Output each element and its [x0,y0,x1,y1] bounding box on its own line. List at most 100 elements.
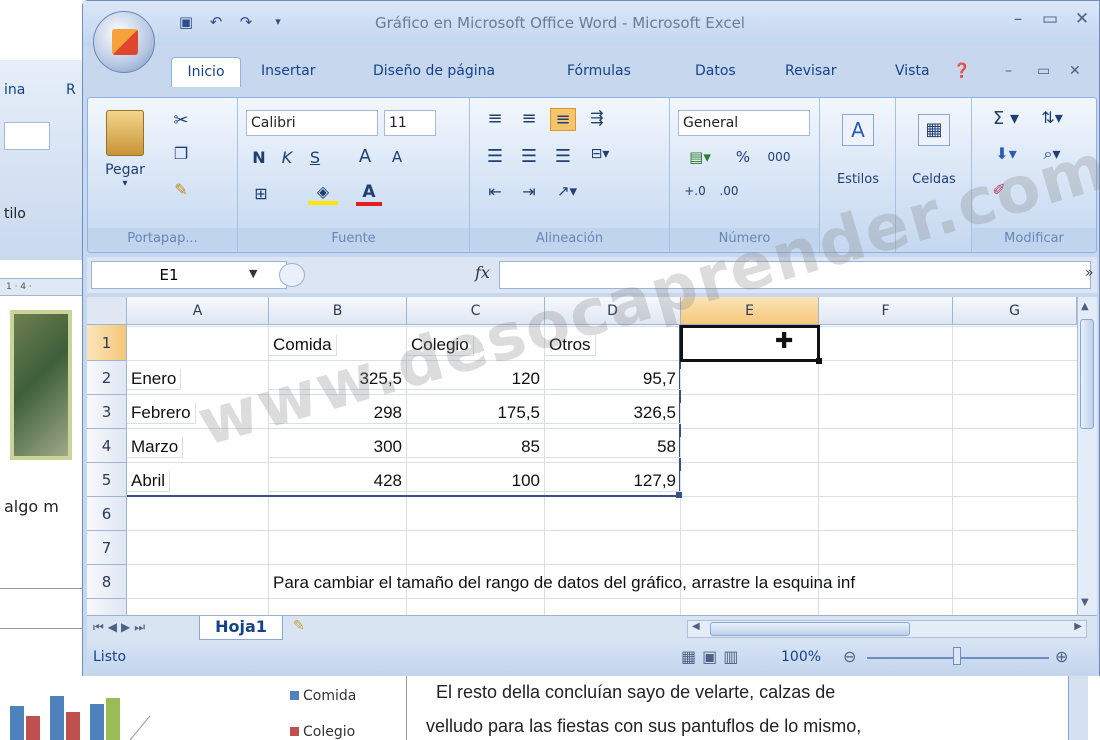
row-header-5[interactable]: 5 [87,463,127,497]
word-scrollbar[interactable] [1068,676,1088,740]
ribbon-minimize-icon[interactable]: – [1005,63,1012,79]
zoom-out-icon[interactable]: ⊖ [843,647,856,666]
tab-vista[interactable]: Vista [895,63,930,79]
undo-icon[interactable]: ↶ [205,11,227,33]
column-header-d[interactable]: D [545,297,681,325]
chevron-down-icon[interactable]: ▼ [249,267,257,280]
minimize-icon[interactable]: – [1005,9,1031,29]
orientation-icon[interactable]: ↗▾ [550,182,584,200]
percent-button[interactable]: % [734,148,752,166]
cell-d5[interactable]: 127,9 [545,471,681,492]
tab-datos[interactable]: Datos [695,63,736,79]
sort-filter-icon[interactable]: ⇅▾ [1032,108,1072,127]
italic-button[interactable]: K [278,148,296,167]
formula-input[interactable] [499,261,1091,289]
fill-icon[interactable]: ⬇▾ [986,144,1026,163]
ribbon-close-icon[interactable]: ✕ [1069,63,1081,79]
cell-d4[interactable]: 58 [545,437,681,458]
row-header-7[interactable]: 7 [87,531,127,565]
name-box[interactable]: E1 [91,261,287,289]
maximize-icon[interactable]: ▭ [1037,9,1063,29]
cell-a4[interactable]: Marzo [127,437,184,458]
align-center-icon[interactable]: ☰ [516,146,542,167]
increase-indent-icon[interactable]: ⇥ [516,182,542,201]
column-header-a[interactable]: A [127,297,269,325]
copy-icon[interactable]: ❐ [170,144,192,163]
cell-c5[interactable]: 100 [407,471,545,492]
zoom-level[interactable]: 100% [781,649,821,665]
ribbon-restore-icon[interactable]: ▭ [1037,63,1050,79]
cell-d3[interactable]: 326,5 [545,403,681,424]
format-painter-icon[interactable]: ✎ [170,180,192,199]
decrease-indent-icon[interactable]: ⇤ [482,182,508,201]
align-top-icon[interactable]: ≡ [482,108,508,129]
tab-diseno[interactable]: Diseño de página [373,63,495,79]
row-header-1[interactable]: 1 [87,325,127,361]
word-tab-pagina[interactable]: ina [4,82,25,98]
align-middle-icon[interactable]: ≡ [516,108,542,129]
cell-a2[interactable]: Enero [127,369,182,390]
fill-handle[interactable] [816,358,822,364]
active-cell-e1[interactable] [680,325,820,362]
sheet-nav-icons[interactable]: ⏮◀▶⏭ [93,620,149,635]
scroll-right-icon[interactable]: ▶ [1074,621,1082,632]
tab-formulas[interactable]: Fórmulas [567,63,631,79]
select-all-corner[interactable] [87,297,127,325]
currency-icon[interactable]: ▤▾ [680,148,720,166]
column-header-c[interactable]: C [407,297,545,325]
row-header-8[interactable]: 8 [87,565,127,599]
bold-button[interactable]: N [250,148,268,167]
office-button[interactable] [93,11,155,73]
paste-button[interactable]: Pegar ▾ [96,108,154,218]
align-right-icon[interactable]: ☰ [550,146,576,167]
thousands-button[interactable]: 000 [762,150,796,164]
cell-a5[interactable]: Abril [127,471,171,492]
tab-inicio[interactable]: Inicio [171,57,241,87]
expand-formula-icon[interactable]: » [1085,265,1094,281]
grow-font-button[interactable]: A [354,146,376,167]
h-scroll-thumb[interactable] [710,622,910,636]
cell-d1[interactable]: Otros [545,335,596,356]
styles-button[interactable]: A Estilos [830,114,886,210]
wrap-text-icon[interactable]: ⇶ [584,108,610,127]
close-icon[interactable]: ✕ [1069,9,1095,29]
word-tab-r[interactable]: R [66,82,76,98]
autosum-icon[interactable]: Σ ▾ [986,108,1026,129]
vertical-scrollbar[interactable]: ▲ ▼ [1077,297,1097,615]
cell-d2[interactable]: 95,7 [545,369,681,390]
zoom-in-icon[interactable]: ⊕ [1055,647,1068,666]
cell-b1[interactable]: Comida [269,335,337,356]
cell-b4[interactable]: 300 [269,437,407,458]
decrease-decimal-icon[interactable]: .00 [714,184,744,198]
tab-insertar[interactable]: Insertar [261,63,316,79]
underline-button[interactable]: S [306,148,324,167]
cell-a3[interactable]: Febrero [127,403,196,424]
cell-b8[interactable]: Para cambiar el tamaño del rango de dato… [269,573,859,593]
align-bottom-icon[interactable]: ≡ [550,108,576,131]
zoom-slider-thumb[interactable] [953,647,961,665]
customize-qat-icon[interactable]: ▾ [267,11,289,33]
row-header-3[interactable]: 3 [87,395,127,429]
borders-icon[interactable]: ⊞ [248,184,274,203]
clear-icon[interactable]: ✐ [986,180,1012,199]
cells-button[interactable]: ▦ Celdas [906,114,962,210]
help-icon[interactable]: ❓ [953,63,970,79]
row-header-6[interactable]: 6 [87,497,127,531]
row-header-9[interactable] [87,599,127,615]
increase-decimal-icon[interactable]: +.0 [680,184,710,198]
column-header-f[interactable]: F [819,297,953,325]
fx-icon[interactable]: fx [475,263,490,282]
sheet-tab-hoja1[interactable]: Hoja1 [199,616,283,640]
font-name-combo[interactable]: Calibri [246,110,378,136]
column-header-b[interactable]: B [269,297,407,325]
cell-c3[interactable]: 175,5 [407,403,545,424]
column-header-g[interactable]: G [953,297,1077,325]
horizontal-scrollbar[interactable]: ◀ ▶ [687,620,1087,638]
find-select-icon[interactable]: ⌕▾ [1032,144,1072,164]
align-left-icon[interactable]: ☰ [482,146,508,167]
insert-sheet-icon[interactable]: ✎ [293,618,305,634]
cell-b5[interactable]: 428 [269,471,407,492]
view-buttons-icons[interactable]: ▦▣▥ [681,647,744,666]
column-header-e[interactable]: E [681,297,819,325]
cell-c2[interactable]: 120 [407,369,545,390]
